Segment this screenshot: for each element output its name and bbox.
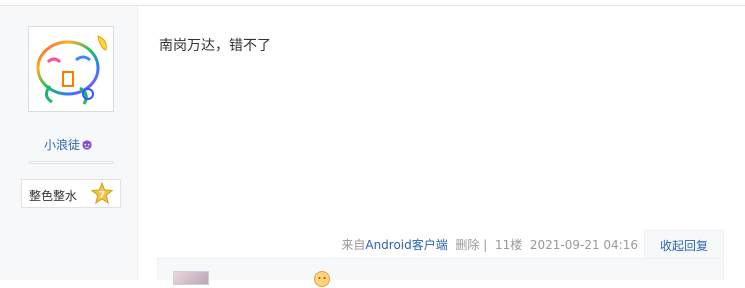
reply-list <box>157 258 724 287</box>
reply-emoji-icon <box>314 271 330 287</box>
level-name: 整色整水 <box>29 189 78 203</box>
author-sidebar: 小浪徒 整色整水 7 <box>0 6 138 280</box>
post-timestamp: 2021-09-21 04:16 <box>529 238 638 252</box>
source-prefix: 来自 <box>341 238 366 252</box>
post-content: 南岗万达，错不了 <box>159 38 271 54</box>
level-star-icon: 7 <box>90 182 114 205</box>
username-link[interactable]: 小浪徒 <box>44 138 80 152</box>
level-badge[interactable]: 整色整水 7 <box>21 179 121 208</box>
devil-emoji-icon <box>82 140 92 150</box>
username-row: 小浪徒 <box>0 136 137 153</box>
avatar-image <box>36 35 107 105</box>
client-source-link[interactable]: Android客户端 <box>365 238 447 252</box>
collapse-replies-label: 收起回复 <box>659 239 708 253</box>
sidebar-divider <box>29 161 113 164</box>
post-meta: 来自Android客户端 删除 | 11楼 2021-09-21 04:16 <box>341 236 638 253</box>
avatar[interactable] <box>28 26 114 112</box>
delete-link[interactable]: 删除 <box>455 238 479 252</box>
reply-avatar[interactable] <box>173 271 209 285</box>
meta-separator: | <box>483 238 488 252</box>
floor-number: 11楼 <box>494 238 523 252</box>
level-number: 7 <box>99 191 105 201</box>
